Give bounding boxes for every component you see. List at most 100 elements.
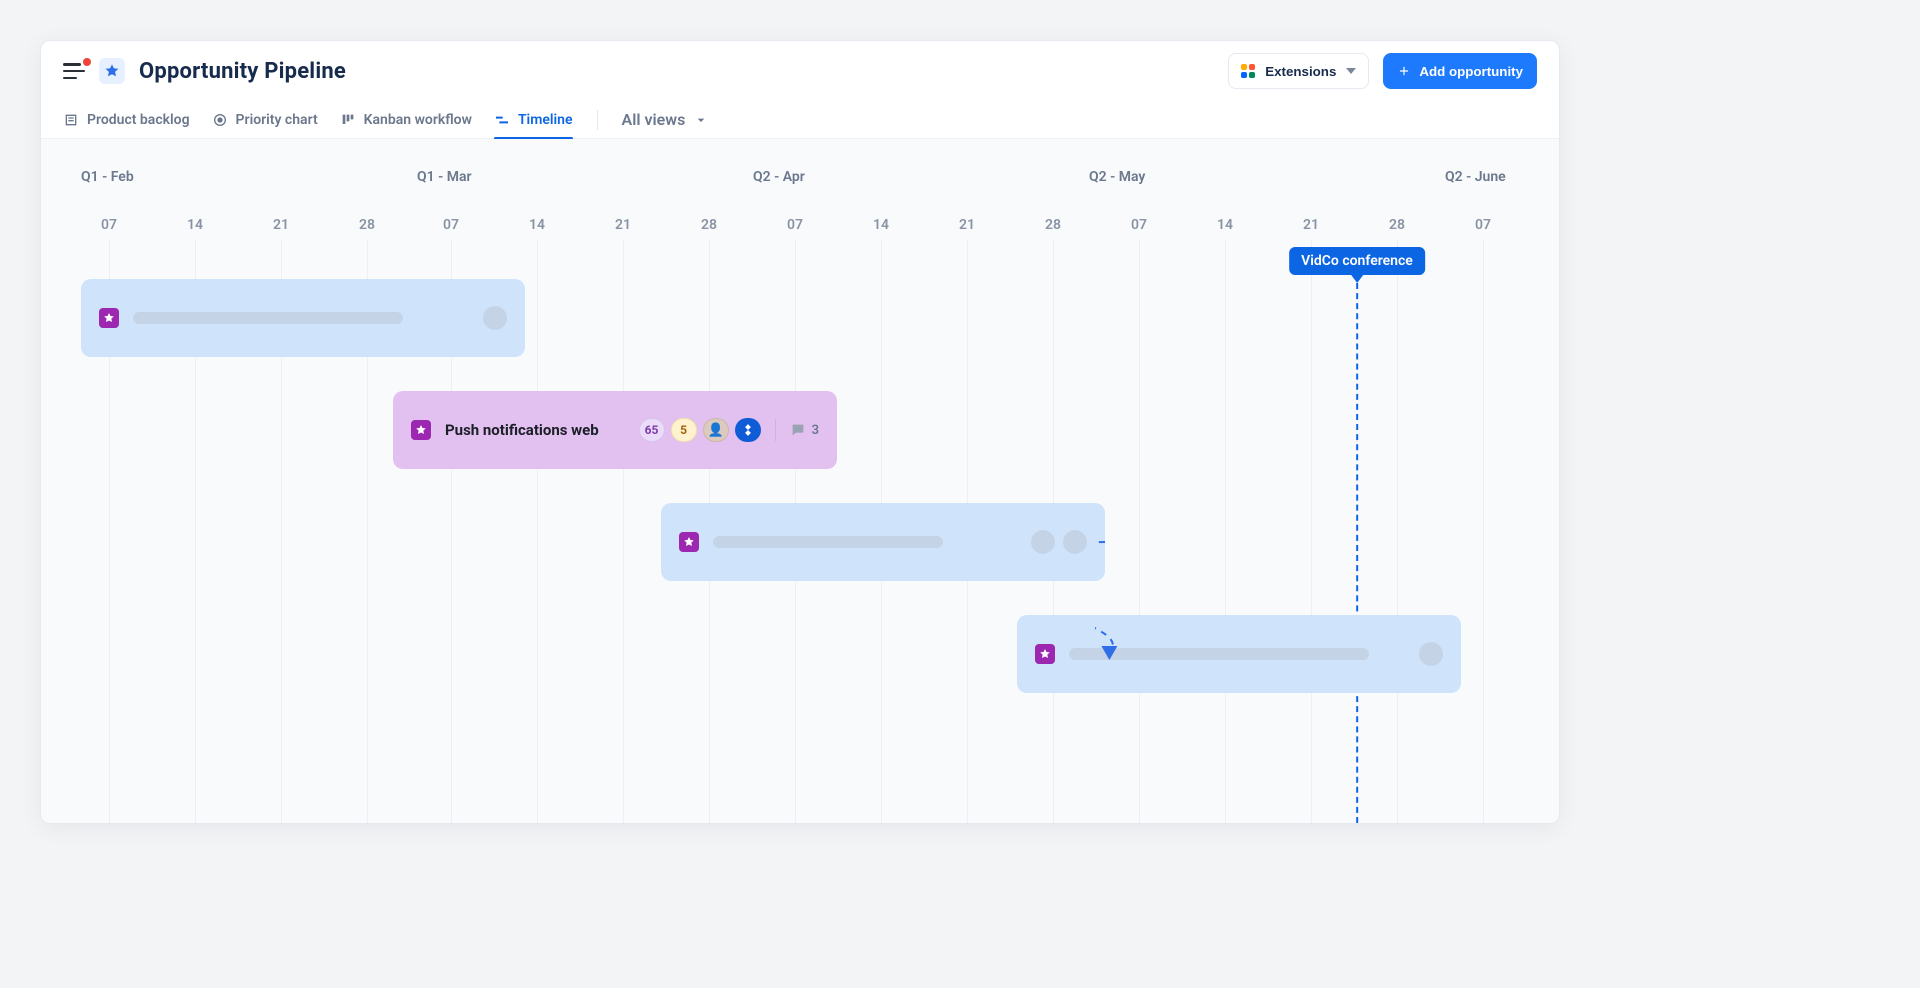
comment-icon <box>790 422 806 438</box>
list-icon <box>63 112 79 128</box>
avatar-placeholder <box>1063 530 1087 554</box>
caret-down-icon <box>1346 68 1356 74</box>
header: Opportunity Pipeline Extensions Add oppo… <box>41 41 1559 101</box>
month-label: Q2 - June <box>1445 169 1506 185</box>
placeholder-title-bar <box>133 312 403 324</box>
gridline <box>1397 239 1398 823</box>
card-type-badge <box>679 532 699 552</box>
day-label: 21 <box>273 217 289 233</box>
timeline-card[interactable] <box>81 279 525 357</box>
day-label: 07 <box>1475 217 1491 233</box>
extensions-label: Extensions <box>1265 64 1336 79</box>
chip-score-value: 65 <box>645 423 659 437</box>
chip-priority-value: 5 <box>680 423 687 437</box>
day-label: 28 <box>1389 217 1405 233</box>
timeline-card[interactable] <box>661 503 1105 581</box>
day-label: 21 <box>959 217 975 233</box>
day-label: 07 <box>787 217 803 233</box>
chip-priority[interactable]: 5 <box>671 418 697 442</box>
card-right <box>1419 642 1443 666</box>
month-label: Q2 - Apr <box>753 169 805 185</box>
month-label: Q1 - Feb <box>81 169 134 185</box>
header-actions: Extensions Add opportunity <box>1228 53 1537 89</box>
card-chips: 65 5 👤 <box>639 418 761 442</box>
star-icon <box>103 312 115 324</box>
gridline <box>1225 239 1226 823</box>
day-label: 21 <box>615 217 631 233</box>
day-label: 14 <box>1217 217 1233 233</box>
gridline <box>537 239 538 823</box>
tab-priority-chart-label: Priority chart <box>236 112 318 128</box>
month-label: Q2 - May <box>1089 169 1145 185</box>
event-label: VidCo conference <box>1289 247 1425 275</box>
chip-score[interactable]: 65 <box>639 418 665 442</box>
all-views-dropdown[interactable]: All views <box>622 110 710 129</box>
assignee-avatar[interactable]: 👤 <box>703 418 729 442</box>
month-label: Q1 - Mar <box>417 169 472 185</box>
star-icon <box>415 424 427 436</box>
event-vertical-line <box>1356 283 1358 823</box>
timeline-card[interactable] <box>1017 615 1461 693</box>
card-title: Push notifications web <box>445 421 599 439</box>
day-label: 21 <box>1303 217 1319 233</box>
event-pointer-icon <box>1351 275 1363 283</box>
day-label: 07 <box>101 217 117 233</box>
target-icon <box>212 112 228 128</box>
day-label: 28 <box>359 217 375 233</box>
day-label: 07 <box>1131 217 1147 233</box>
gridline <box>1483 239 1484 823</box>
tab-separator <box>597 110 598 130</box>
integration-chip-jira[interactable] <box>735 418 761 442</box>
day-label: 14 <box>187 217 203 233</box>
card-type-badge <box>99 308 119 328</box>
star-icon <box>683 536 695 548</box>
card-type-badge <box>411 420 431 440</box>
event-marker[interactable]: VidCo conference <box>1289 247 1425 283</box>
extensions-logo-icon <box>1241 64 1255 78</box>
day-label: 14 <box>529 217 545 233</box>
avatar-placeholder <box>483 306 507 330</box>
page-title: Opportunity Pipeline <box>139 59 346 84</box>
month-header-row: Q1 - Feb Q1 - Mar Q2 - Apr Q2 - May Q2 - Jun… <box>41 169 1559 193</box>
comments-count: 3 <box>812 423 819 438</box>
day-header-row: 0714212807142128071421280714212807 <box>41 217 1559 241</box>
tab-kanban-label: Kanban workflow <box>364 112 472 128</box>
placeholder-title-bar <box>1069 648 1369 660</box>
add-opportunity-label: Add opportunity <box>1419 64 1523 79</box>
gridline <box>1311 239 1312 823</box>
comments-button[interactable]: 3 <box>790 422 819 438</box>
placeholder-title-bar <box>713 536 943 548</box>
gridline <box>623 239 624 823</box>
avatar-icon: 👤 <box>707 423 723 438</box>
tab-timeline-label: Timeline <box>518 112 573 128</box>
card-right <box>483 306 507 330</box>
all-views-label: All views <box>622 110 686 129</box>
day-label: 28 <box>1045 217 1061 233</box>
avatar-placeholder <box>1031 530 1055 554</box>
app-window: Opportunity Pipeline Extensions Add oppo… <box>40 40 1560 824</box>
day-label: 07 <box>443 217 459 233</box>
tab-timeline[interactable]: Timeline <box>494 101 573 139</box>
card-type-badge <box>1035 644 1055 664</box>
tab-priority-chart[interactable]: Priority chart <box>212 101 318 139</box>
card-right: 65 5 👤 3 <box>639 418 819 442</box>
card-right <box>1031 530 1087 554</box>
timeline-icon <box>494 112 510 128</box>
favorite-star-button[interactable] <box>99 58 125 84</box>
extensions-button[interactable]: Extensions <box>1228 53 1369 89</box>
view-tabs: Product backlog Priority chart Kanban wo… <box>41 101 1559 139</box>
tab-kanban[interactable]: Kanban workflow <box>340 101 472 139</box>
timeline-card-selected[interactable]: Push notifications web 65 5 👤 3 <box>393 391 837 469</box>
day-label: 28 <box>701 217 717 233</box>
kanban-icon <box>340 112 356 128</box>
notification-dot-icon <box>83 58 91 66</box>
star-icon <box>104 63 120 79</box>
add-opportunity-button[interactable]: Add opportunity <box>1383 53 1537 89</box>
chevron-down-icon <box>693 112 709 128</box>
gridline <box>1139 239 1140 823</box>
timeline-area[interactable]: Q1 - Feb Q1 - Mar Q2 - Apr Q2 - May Q2 - Jun… <box>41 139 1559 823</box>
tab-product-backlog[interactable]: Product backlog <box>63 101 190 139</box>
menu-icon[interactable] <box>63 63 85 79</box>
plus-icon <box>1397 64 1411 78</box>
tab-product-backlog-label: Product backlog <box>87 112 190 128</box>
